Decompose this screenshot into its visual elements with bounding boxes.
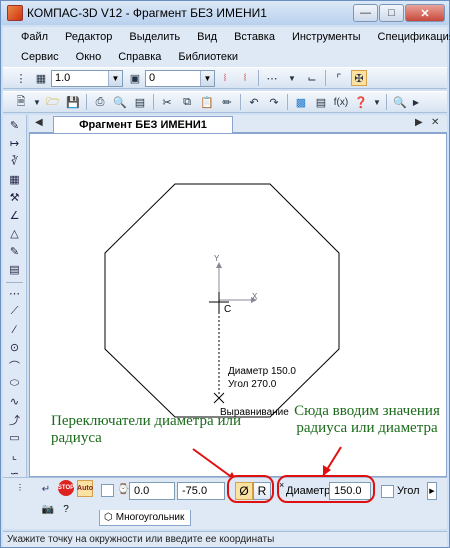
camera-icon[interactable]: 📷 bbox=[41, 502, 55, 516]
polygon-tab-icon: ⬡ bbox=[104, 512, 113, 523]
stop-button[interactable]: STOP bbox=[58, 480, 74, 496]
point-x-field[interactable]: 0.0 bbox=[129, 482, 175, 500]
status-bar: Укажите точку на окружности или введите … bbox=[3, 531, 447, 547]
point-y-field[interactable]: -75.0 bbox=[177, 482, 225, 500]
properties-panel: ⋮ ↵ STOP Auto 📷 ? ⋮ ⌚ 0.0 -75.0 Ø R × Ди… bbox=[3, 477, 447, 529]
help-icon[interactable]: ? bbox=[59, 502, 73, 516]
annotation-arrows bbox=[192, 446, 342, 482]
highlight-diameter-field bbox=[277, 475, 375, 503]
polygon-tab-label: Многоугольник bbox=[115, 512, 185, 523]
panel-scroll-right-icon[interactable]: ▶ bbox=[427, 482, 437, 500]
tab-polygon[interactable]: ⬡ Многоугольник bbox=[99, 510, 191, 526]
enter-icon[interactable]: ↵ bbox=[37, 482, 55, 496]
panel-grip-icon[interactable]: ⋮ bbox=[9, 480, 31, 494]
status-text: Укажите точку на окружности или введите … bbox=[7, 534, 275, 545]
point-checkbox[interactable] bbox=[101, 484, 114, 497]
point-icon: ⌚ bbox=[117, 484, 130, 495]
angle-label: Угол bbox=[397, 485, 420, 497]
auto-create-button[interactable]: Auto bbox=[77, 480, 93, 497]
app-window: КОМПАС-3D V12 - Фрагмент БЕЗ ИМЕНИ1 — □ … bbox=[0, 0, 450, 548]
angle-checkbox[interactable] bbox=[381, 485, 394, 498]
highlight-toggle-buttons bbox=[227, 475, 274, 503]
